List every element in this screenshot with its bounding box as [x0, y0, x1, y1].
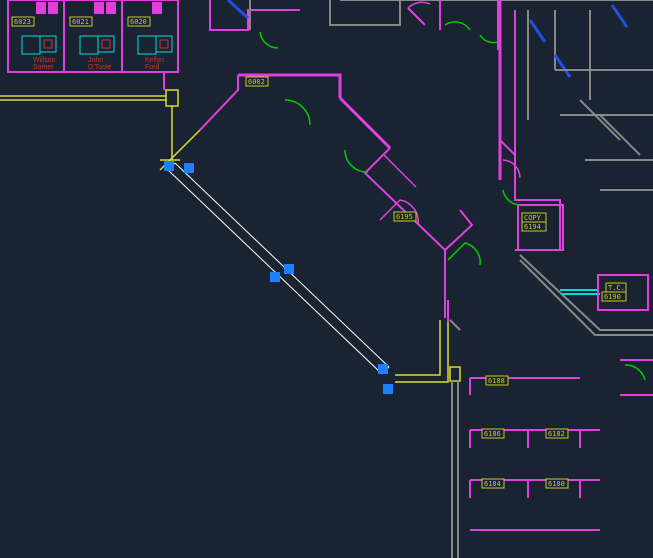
occupant-names: Willson Somer John O'Toole Kellyn Ford	[33, 57, 164, 71]
svg-text:COPY: COPY	[524, 214, 542, 222]
svg-text:John: John	[88, 57, 103, 64]
grip[interactable]	[378, 364, 388, 374]
bottom-offices	[470, 378, 600, 530]
svg-text:Somer: Somer	[33, 64, 54, 71]
svg-text:6184: 6184	[484, 480, 501, 488]
svg-text:6195: 6195	[396, 213, 413, 221]
svg-text:T.C.: T.C.	[608, 284, 625, 292]
svg-text:Ford: Ford	[145, 64, 160, 71]
svg-text:6020: 6020	[130, 18, 147, 26]
svg-text:Kellyn: Kellyn	[145, 57, 164, 64]
cad-canvas[interactable]: 6023 6021 6020 6002 6195 COPY 6194 T.C. …	[0, 0, 653, 558]
selection-grips[interactable]	[164, 161, 393, 394]
left-corridor	[0, 72, 180, 160]
grip[interactable]	[270, 272, 280, 282]
diagonal-room	[160, 75, 480, 318]
grip[interactable]	[164, 161, 174, 171]
svg-text:Willson: Willson	[33, 57, 56, 64]
svg-text:6194: 6194	[524, 223, 541, 231]
svg-text:6021: 6021	[72, 18, 89, 26]
top-building	[210, 0, 653, 50]
svg-text:6186: 6186	[484, 430, 501, 438]
svg-text:6180: 6180	[548, 480, 565, 488]
room-tags: 6023 6021 6020 6002 6195 COPY 6194 T.C. …	[12, 17, 626, 488]
svg-text:6190: 6190	[604, 293, 621, 301]
svg-text:6002: 6002	[248, 78, 265, 86]
svg-text:6188: 6188	[488, 377, 505, 385]
svg-text:O'Toole: O'Toole	[88, 64, 112, 71]
svg-text:6023: 6023	[14, 18, 31, 26]
grip[interactable]	[284, 264, 294, 274]
grip[interactable]	[184, 163, 194, 173]
svg-text:6182: 6182	[548, 430, 565, 438]
lower-corridor	[395, 300, 460, 558]
right-wing	[500, 0, 653, 395]
grip[interactable]	[383, 384, 393, 394]
selected-wall[interactable]	[168, 163, 389, 374]
